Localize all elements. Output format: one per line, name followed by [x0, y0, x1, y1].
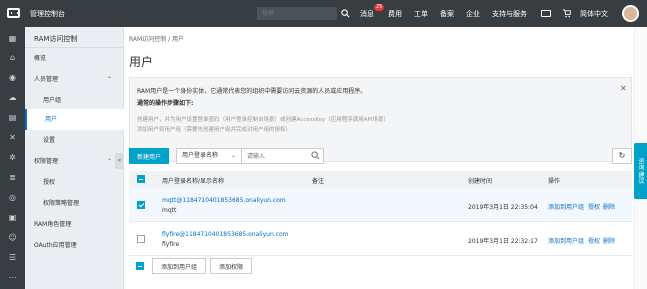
delete-link[interactable]: 删除	[603, 236, 615, 245]
search-input[interactable]	[257, 7, 337, 20]
network-icon[interactable]: ✕	[8, 133, 17, 142]
user-display-name: mqtt	[162, 207, 177, 214]
column-header-actions: 操作	[548, 178, 561, 185]
refresh-icon: ↻	[618, 151, 626, 160]
user-display-name: flyfire	[162, 241, 180, 248]
globe-icon[interactable]: ◉	[8, 73, 17, 82]
enterprise-link[interactable]: 企业	[466, 9, 480, 19]
main-content: RAM访问控制 / 用户 用户 RAM用户是一个身份实体，它通常代表您的组织中需…	[125, 27, 634, 289]
user-icon[interactable]: ☺	[8, 233, 17, 242]
filter-field-label: 用户登录名称	[182, 152, 219, 159]
table-row: flyfire@1184710401853685.onaliyun.com fl…	[129, 222, 632, 256]
server-icon[interactable]: ▤	[8, 113, 17, 122]
column-header-remark: 备注	[312, 178, 325, 185]
side-nav: RAM访问控制 概览 人员管理 ⌃ 用户组 用户 设置 权限管理 ⌃ 授权 权限策略…	[25, 27, 124, 289]
bulk-add-permission-button[interactable]: 添加权限	[210, 258, 252, 274]
column-header-created: 创建时间	[468, 178, 493, 185]
nav-group-permissions-label: 权限管理	[34, 158, 59, 165]
nav-item-overview[interactable]: 概览	[25, 48, 124, 69]
cart-icon[interactable]	[562, 9, 571, 18]
user-login-link[interactable]: mqtt@1184710401853685.onaliyun.com	[162, 197, 286, 204]
messages-badge: 25	[374, 4, 385, 11]
grant-link[interactable]: 授权	[588, 202, 600, 211]
nav-item-settings[interactable]: 设置	[25, 130, 124, 151]
more-icon[interactable]: ⋯	[8, 273, 17, 282]
table-header: 用户登录名称/显示名称 备注 创建时间 操作	[129, 171, 632, 188]
add-to-group-link[interactable]: 添加到用户组	[548, 202, 584, 211]
filter-field-select[interactable]: 用户登录名称 ⌄	[176, 148, 242, 164]
column-header-name: 用户登录名称/显示名称	[162, 178, 225, 185]
nav-item-grants[interactable]: 授权	[25, 172, 124, 193]
language-switch[interactable]: 简体中文	[580, 9, 608, 19]
add-to-group-link[interactable]: 添加到用户组	[548, 236, 584, 245]
new-user-button[interactable]: 新建用户	[129, 148, 169, 164]
grid-menu-icon[interactable]: ▦	[8, 34, 17, 43]
product-icon-bar: ▦ ⌂ ◉ ☁ ▤ ✕ ✲ ≣ ◎ ▣ ☺ ☰ ⋯	[0, 27, 25, 289]
bulk-select-checkbox[interactable]	[136, 262, 144, 270]
chevron-down-icon: ⌄	[230, 152, 236, 159]
nav-group-people[interactable]: 人员管理 ⌃	[25, 69, 124, 90]
cloud-icon[interactable]: ☁	[8, 93, 17, 102]
filing-link[interactable]: 备案	[440, 9, 454, 19]
nav-item-ram-roles[interactable]: RAM角色管理	[25, 214, 124, 235]
chevron-up-icon: ⌃	[106, 158, 112, 165]
info-step-2: 添加用户到用户组（需要先创建用户组并完成对用户组的授权）	[137, 127, 292, 133]
chevron-up-icon: ⌃	[106, 76, 112, 83]
info-heading: 通常的操作步骤如下:	[137, 100, 194, 107]
nav-title: RAM访问控制	[34, 35, 78, 43]
page-title: 用户	[129, 55, 154, 69]
grant-link[interactable]: 授权	[588, 236, 600, 245]
bulk-add-to-group-button[interactable]: 添加到用户组	[152, 258, 206, 274]
nav-group-permissions[interactable]: 权限管理 ⌃	[25, 151, 124, 172]
row-checkbox[interactable]	[137, 235, 145, 243]
nav-group-people-label: 人员管理	[34, 76, 59, 83]
list-icon[interactable]: ☰	[8, 253, 17, 262]
close-icon[interactable]: ✕	[620, 84, 627, 93]
nav-item-user-groups[interactable]: 用户组	[25, 90, 124, 111]
created-time: 2019年3月1日 22:35:04	[468, 204, 538, 211]
messages-link[interactable]: 消息	[360, 9, 374, 19]
breadcrumb: RAM访问控制 / 用户	[129, 36, 185, 43]
collapse-nav-button[interactable]: «	[115, 153, 124, 169]
home-icon[interactable]: ⌂	[8, 53, 17, 62]
settings-icon[interactable]: ✲	[8, 153, 17, 162]
aliyun-logo-icon[interactable]	[7, 8, 20, 18]
avatar[interactable]	[622, 5, 639, 22]
tickets-link[interactable]: 工单	[414, 9, 428, 19]
monitor-icon[interactable]: ▣	[8, 213, 17, 222]
search-icon[interactable]	[341, 9, 350, 18]
info-description: RAM用户是一个身份实体，它通常代表您的组织中需要访问云资源的人员或应用程序。	[137, 88, 367, 95]
nav-item-policies[interactable]: 权限策略管理	[25, 193, 124, 214]
search-icon[interactable]	[311, 151, 320, 160]
nav-item-users[interactable]: 用户	[25, 109, 124, 130]
feedback-tab[interactable]: 咨询·建议	[634, 143, 647, 199]
created-time: 2019年3月1日 22:32:17	[468, 238, 538, 245]
fees-link[interactable]: 费用	[388, 9, 402, 19]
refresh-button[interactable]: ↻	[612, 148, 632, 164]
nav-item-oauth-apps[interactable]: OAuth应用管理	[25, 235, 124, 256]
info-step-1: 创建用户，并为用户设置登录密码（用户登录控制台场景）或创建AccessKey（应…	[137, 117, 390, 123]
row-checkbox[interactable]	[137, 201, 145, 209]
table-row: mqtt@1184710401853685.onaliyun.com mqtt …	[129, 188, 632, 222]
console-title[interactable]: 管理控制台	[30, 9, 65, 19]
top-bar: 管理控制台 消息 25 费用 工单 备案 企业 支持与服务 简体中文	[0, 0, 647, 27]
database-icon[interactable]: ≣	[8, 173, 17, 182]
mail-icon[interactable]	[541, 10, 551, 17]
select-all-checkbox[interactable]	[137, 175, 145, 183]
storage-icon[interactable]: ◎	[8, 193, 17, 202]
delete-link[interactable]: 删除	[603, 202, 615, 211]
user-login-link[interactable]: flyfire@1184710401853685.onaliyun.com	[162, 231, 288, 238]
support-link[interactable]: 支持与服务	[492, 9, 527, 19]
